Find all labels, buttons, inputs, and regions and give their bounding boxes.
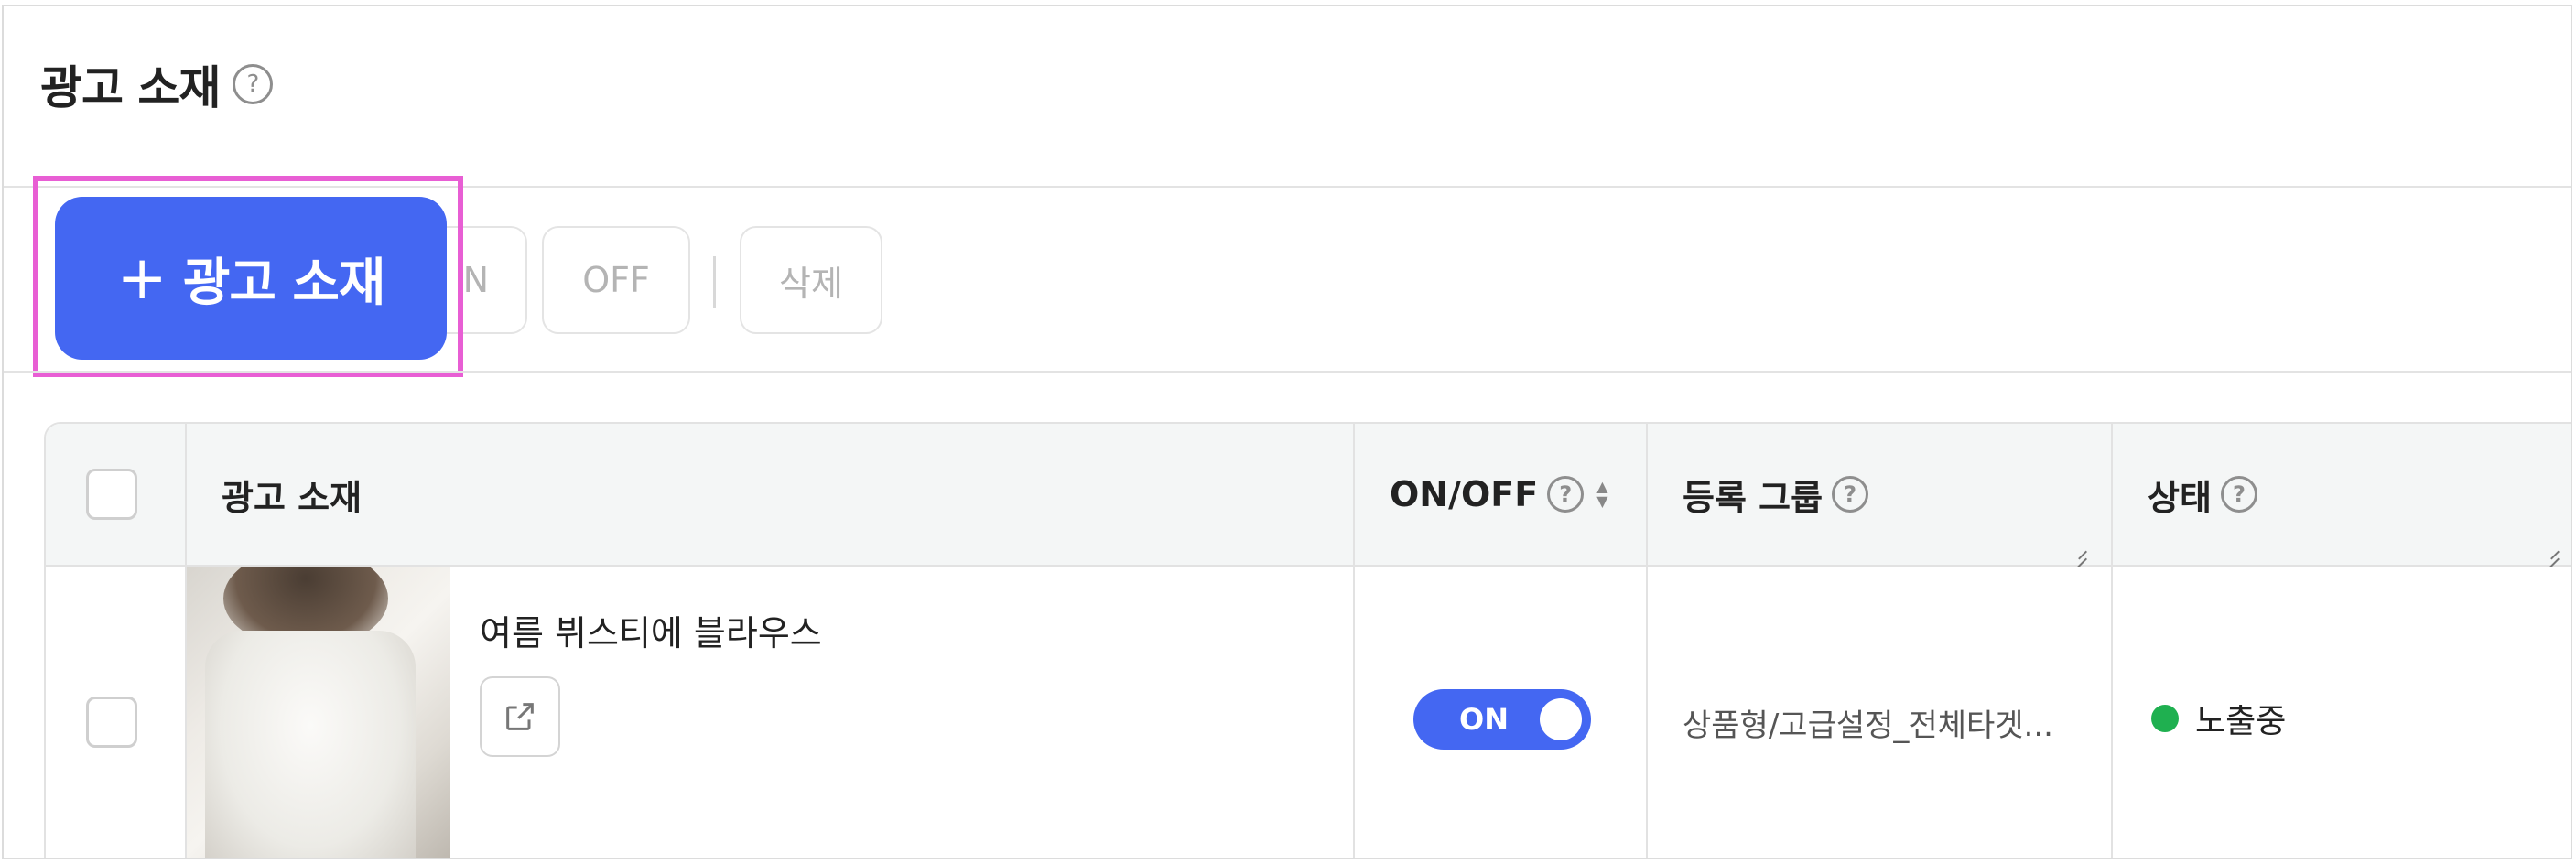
add-creative-label: 광고 소재 [182,253,386,313]
toggle-label: ON [1459,702,1509,737]
column-header-status[interactable]: 상태 ? [2148,424,2257,565]
ad-creative-panel: 광고 소재 ? N OFF 삭제 + 광고 소재 광고 소재 ON/OFF ? … [2,5,2572,859]
status-text: 노출중 [2195,703,2287,740]
column-header-onoff[interactable]: ON/OFF ? ▲ ▼ [1390,424,1608,565]
question-circle-icon[interactable]: ? [1832,476,1869,513]
group-name[interactable]: 상품형/고급설정_전체타겟... [1683,700,2053,745]
off-button-label: OFF [582,260,650,300]
column-divider [1353,567,1355,858]
creative-name[interactable]: 여름 뷔스티에 블라우스 [480,605,822,655]
column-divider [2111,567,2113,858]
column-resize-handle[interactable] [2541,541,2560,559]
add-creative-button[interactable]: + 광고 소재 [55,197,447,360]
question-circle-icon[interactable]: ? [1547,476,1585,513]
column-header-creative[interactable]: 광고 소재 [222,424,362,565]
status-dot-icon [2151,705,2179,732]
row-checkbox[interactable] [86,697,137,748]
plus-icon: + [116,243,168,313]
column-header-label: 광고 소재 [222,477,363,518]
column-resize-handle[interactable] [2069,541,2087,559]
question-circle-icon[interactable]: ? [2220,476,2257,513]
delete-button[interactable]: 삭제 [740,226,882,334]
divider [4,371,2571,373]
column-header-group[interactable]: 등록 그룹 ? [1683,424,1869,565]
column-header-label: ON/OFF [1390,474,1539,514]
external-link-icon [506,703,534,730]
toggle-knob [1540,698,1582,740]
question-circle-icon[interactable]: ? [233,64,274,104]
column-header-label: 등록 그룹 [1683,477,1824,518]
page-header: 광고 소재 ? [40,48,274,121]
table-row: 여름 뷔스티에 블라우스 ON 상품형/고급설정_전체타겟... 노출중 [46,567,2571,858]
on-button-label: N [462,260,489,300]
column-divider [185,424,187,565]
off-button[interactable]: OFF [542,226,690,334]
delete-button-label: 삭제 [779,263,843,304]
table-header: 광고 소재 ON/OFF ? ▲ ▼ 등록 그룹 ? 상태 ? [46,424,2571,567]
sort-icon[interactable]: ▲ ▼ [1596,480,1607,509]
creative-thumbnail[interactable] [187,567,450,858]
column-divider [2111,424,2113,565]
column-divider [1353,424,1355,565]
page-title: 광고 소재 [40,61,221,114]
open-link-button[interactable] [480,676,560,757]
column-header-label: 상태 [2148,477,2212,518]
toolbar-separator [713,256,716,308]
column-divider [1646,567,1648,858]
onoff-toggle[interactable]: ON [1413,689,1591,750]
select-all-checkbox[interactable] [86,469,137,520]
column-divider [1646,424,1648,565]
creative-table: 광고 소재 ON/OFF ? ▲ ▼ 등록 그룹 ? 상태 ? 여름 뷔스티에 … [44,422,2571,858]
thumbnail-shape [205,631,416,858]
status-cell: 노출중 [2151,695,2286,742]
